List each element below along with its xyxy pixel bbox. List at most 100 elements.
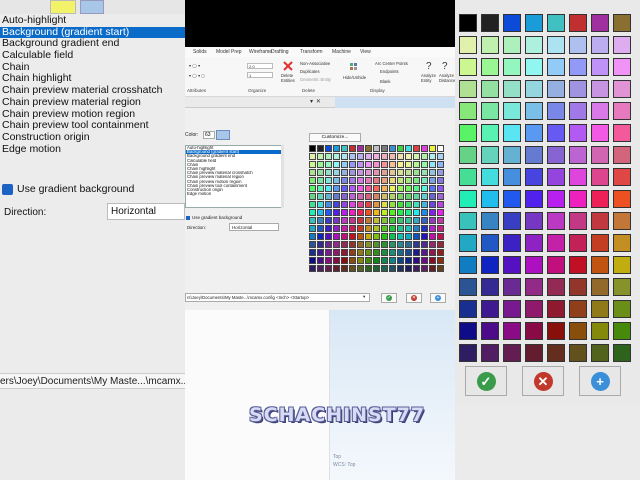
palette-color-cell[interactable] xyxy=(357,209,364,216)
palette-color-cell[interactable] xyxy=(613,146,631,164)
palette-color-cell[interactable] xyxy=(429,257,436,264)
palette-color-cell[interactable] xyxy=(341,225,348,232)
palette-color-cell[interactable] xyxy=(309,193,316,200)
direction-select[interactable]: Horizontal xyxy=(107,203,185,220)
palette-color-cell[interactable] xyxy=(503,212,521,230)
palette-color-cell[interactable] xyxy=(365,209,372,216)
palette-color-cell[interactable] xyxy=(591,234,609,252)
palette-color-cell[interactable] xyxy=(349,161,356,168)
palette-color-cell[interactable] xyxy=(525,80,543,98)
palette-color-cell[interactable] xyxy=(569,124,587,142)
palette-color-cell[interactable] xyxy=(429,153,436,160)
palette-color-cell[interactable] xyxy=(309,257,316,264)
analyze-distance-icon[interactable]: ? xyxy=(441,60,451,70)
palette-color-cell[interactable] xyxy=(373,209,380,216)
palette-color-cell[interactable] xyxy=(397,185,404,192)
palette-color-cell[interactable] xyxy=(397,169,404,176)
palette-color-cell[interactable] xyxy=(333,241,340,248)
palette-color-cell[interactable] xyxy=(357,145,364,152)
palette-color-cell[interactable] xyxy=(373,161,380,168)
palette-color-cell[interactable] xyxy=(405,217,412,224)
palette-color-cell[interactable] xyxy=(341,193,348,200)
palette-color-cell[interactable] xyxy=(397,209,404,216)
palette-color-cell[interactable] xyxy=(325,145,332,152)
palette-color-cell[interactable] xyxy=(503,234,521,252)
palette-color-cell[interactable] xyxy=(547,278,565,296)
palette-color-cell[interactable] xyxy=(389,225,396,232)
palette-color-cell[interactable] xyxy=(381,217,388,224)
palette-color-cell[interactable] xyxy=(429,193,436,200)
palette-color-cell[interactable] xyxy=(325,217,332,224)
palette-color-cell[interactable] xyxy=(413,241,420,248)
palette-color-cell[interactable] xyxy=(459,212,477,230)
palette-color-cell[interactable] xyxy=(325,233,332,240)
palette-color-cell[interactable] xyxy=(333,265,340,272)
palette-color-cell[interactable] xyxy=(437,153,444,160)
palette-color-cell[interactable] xyxy=(569,344,587,362)
config-path-field[interactable]: ers\Joey\Documents\My Maste...\mcamx... xyxy=(0,373,185,389)
current-color-swatch[interactable] xyxy=(216,130,230,140)
palette-color-cell[interactable] xyxy=(429,241,436,248)
palette-color-cell[interactable] xyxy=(349,193,356,200)
palette-color-cell[interactable] xyxy=(437,193,444,200)
palette-color-cell[interactable] xyxy=(459,322,477,340)
palette-color-cell[interactable] xyxy=(503,168,521,186)
palette-color-cell[interactable] xyxy=(613,190,631,208)
palette-color-cell[interactable] xyxy=(421,265,428,272)
arc-center-points-label[interactable]: Arc Center Points xyxy=(375,61,408,66)
palette-color-cell[interactable] xyxy=(341,177,348,184)
palette-color-cell[interactable] xyxy=(333,249,340,256)
palette-color-cell[interactable] xyxy=(309,225,316,232)
palette-color-cell[interactable] xyxy=(429,185,436,192)
palette-color-cell[interactable] xyxy=(381,177,388,184)
palette-color-cell[interactable] xyxy=(317,257,324,264)
palette-color-cell[interactable] xyxy=(459,14,477,32)
palette-color-cell[interactable] xyxy=(547,256,565,274)
palette-color-cell[interactable] xyxy=(459,300,477,318)
palette-color-cell[interactable] xyxy=(547,124,565,142)
palette-color-cell[interactable] xyxy=(591,322,609,340)
palette-color-cell[interactable] xyxy=(381,241,388,248)
palette-color-cell[interactable] xyxy=(569,278,587,296)
palette-color-cell[interactable] xyxy=(413,145,420,152)
palette-color-cell[interactable] xyxy=(437,257,444,264)
palette-color-cell[interactable] xyxy=(341,217,348,224)
palette-color-cell[interactable] xyxy=(373,241,380,248)
palette-color-cell[interactable] xyxy=(381,169,388,176)
palette-color-cell[interactable] xyxy=(525,256,543,274)
palette-color-cell[interactable] xyxy=(503,278,521,296)
palette-color-cell[interactable] xyxy=(357,169,364,176)
palette-color-cell[interactable] xyxy=(357,217,364,224)
palette-color-cell[interactable] xyxy=(365,161,372,168)
palette-color-cell[interactable] xyxy=(481,278,499,296)
palette-color-cell[interactable] xyxy=(503,124,521,142)
palette-color-cell[interactable] xyxy=(333,177,340,184)
list-item[interactable]: Chain highlight xyxy=(0,73,185,85)
palette-color-cell[interactable] xyxy=(389,233,396,240)
level-input-2[interactable]: 1 xyxy=(247,72,273,78)
palette-color-cell[interactable] xyxy=(325,193,332,200)
palette-color-cell[interactable] xyxy=(325,249,332,256)
palette-color-cell[interactable] xyxy=(547,36,565,54)
tab-drafting[interactable]: Drafting xyxy=(271,49,289,55)
palette-color-cell[interactable] xyxy=(381,161,388,168)
palette-color-cell[interactable] xyxy=(459,58,477,76)
palette-color-cell[interactable] xyxy=(389,201,396,208)
palette-color-cell[interactable] xyxy=(317,193,324,200)
help-button[interactable]: + xyxy=(430,293,446,303)
palette-color-cell[interactable] xyxy=(381,233,388,240)
palette-color-cell[interactable] xyxy=(357,177,364,184)
palette-color-cell[interactable] xyxy=(389,209,396,216)
palette-color-cell[interactable] xyxy=(405,153,412,160)
palette-color-cell[interactable] xyxy=(397,233,404,240)
palette-color-cell[interactable] xyxy=(525,36,543,54)
palette-color-cell[interactable] xyxy=(437,265,444,272)
palette-color-cell[interactable] xyxy=(333,153,340,160)
palette-color-cell[interactable] xyxy=(525,14,543,32)
palette-color-cell[interactable] xyxy=(459,344,477,362)
palette-color-cell[interactable] xyxy=(325,201,332,208)
palette-color-cell[interactable] xyxy=(481,102,499,120)
palette-color-cell[interactable] xyxy=(525,234,543,252)
palette-color-cell[interactable] xyxy=(569,14,587,32)
palette-color-cell[interactable] xyxy=(325,241,332,248)
